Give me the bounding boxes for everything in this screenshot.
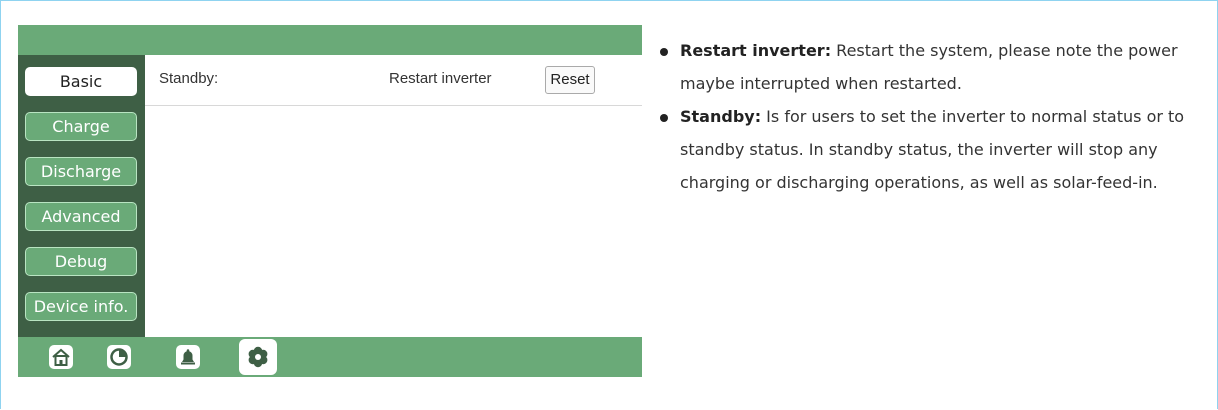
sidebar-item-charge[interactable]: Charge xyxy=(25,112,137,141)
sidebar-item-debug[interactable]: Debug xyxy=(25,247,137,276)
bottom-nav xyxy=(18,337,642,377)
sidebar-item-discharge[interactable]: Discharge xyxy=(25,157,137,186)
home-icon[interactable] xyxy=(46,342,76,372)
chart-icon[interactable] xyxy=(104,342,134,372)
bullet-icon xyxy=(660,48,668,56)
note-standby: Standby: Is for users to set the inverte… xyxy=(660,100,1200,199)
settings-content: Standby: Restart inverter Reset xyxy=(145,55,642,337)
sidebar: Basic Charge Discharge Advanced Debug De… xyxy=(18,55,145,337)
inverter-screen: Basic Charge Discharge Advanced Debug De… xyxy=(18,25,642,377)
bullet-icon xyxy=(660,114,668,122)
sidebar-item-advanced[interactable]: Advanced xyxy=(25,202,137,231)
sidebar-item-device-info[interactable]: Device info. xyxy=(25,292,137,321)
reset-button[interactable]: Reset xyxy=(545,66,595,94)
screen-top-bar xyxy=(18,25,642,55)
standby-label: Standby: xyxy=(159,70,219,87)
note-term: Restart inverter: xyxy=(680,41,832,60)
note-term: Standby: xyxy=(680,107,762,126)
gear-icon[interactable] xyxy=(239,339,277,375)
sidebar-item-basic[interactable]: Basic xyxy=(25,67,137,96)
standby-row: Standby: Restart inverter Reset xyxy=(145,55,642,106)
bell-icon[interactable] xyxy=(173,342,203,372)
notes: Restart inverter: Restart the system, pl… xyxy=(660,34,1200,199)
restart-inverter-label: Restart inverter xyxy=(389,70,492,87)
note-restart-inverter: Restart inverter: Restart the system, pl… xyxy=(660,34,1200,100)
